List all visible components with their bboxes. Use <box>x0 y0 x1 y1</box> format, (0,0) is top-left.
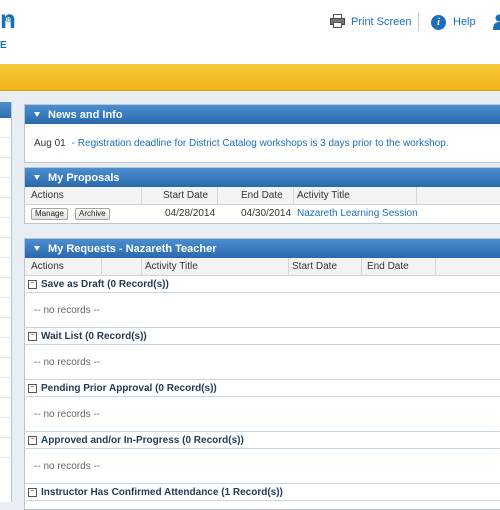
sidebar-item[interactable] <box>0 418 11 438</box>
sidebar-item[interactable] <box>0 138 11 158</box>
sidebar-item[interactable] <box>0 298 11 318</box>
proposals-table-header: Actions Start Date End Date Activity Tit… <box>25 187 500 205</box>
no-records-row: -- no records -- <box>25 293 500 328</box>
column-divider <box>217 187 218 204</box>
collapse-triangle-icon <box>34 246 40 251</box>
column-divider <box>361 258 362 275</box>
request-group-instructor-confirmed[interactable]: − Instructor Has Confirmed Attendance (1… <box>25 484 500 501</box>
no-records-row: -- no records -- <box>25 397 500 432</box>
request-group-wait-list[interactable]: − Wait List (0 Record(s)) <box>25 328 500 345</box>
user-icon[interactable] <box>493 14 500 33</box>
print-screen-label: Print Screen <box>351 16 412 28</box>
sidebar-item[interactable] <box>0 378 11 398</box>
column-header-actions: Actions <box>31 190 64 201</box>
sidebar-item[interactable] <box>0 178 11 198</box>
column-divider <box>141 258 142 275</box>
news-panel: News and Info Aug 01 - Registration dead… <box>24 104 500 163</box>
column-header-start-date: Start Date <box>163 190 208 201</box>
no-records-row: -- no records -- <box>25 449 500 484</box>
no-records-row: -- no records -- <box>25 345 500 380</box>
logo-subtitle: E <box>0 40 7 51</box>
table-row: Manage Archive 04/28/2014 04/30/2014 Naz… <box>25 205 500 223</box>
print-screen-link[interactable]: Print Screen <box>330 14 412 30</box>
proposals-panel-header[interactable]: My Proposals <box>25 168 500 187</box>
news-panel-header[interactable]: News and Info <box>25 105 500 124</box>
no-records-text: -- no records -- <box>34 409 100 420</box>
column-divider <box>288 258 289 275</box>
proposals-panel-title: My Proposals <box>48 172 120 184</box>
no-records-text: -- no records -- <box>34 357 100 368</box>
no-records-text: -- no records -- <box>34 461 100 472</box>
group-label: Instructor Has Confirmed Attendance (1 R… <box>41 487 283 498</box>
news-item: Aug 01 - Registration deadline for Distr… <box>25 124 500 162</box>
sidebar-item[interactable] <box>0 158 11 178</box>
sidebar-item[interactable] <box>0 118 11 138</box>
help-link[interactable]: i Help <box>431 13 476 31</box>
column-divider <box>435 258 436 275</box>
help-icon: i <box>431 15 446 30</box>
column-divider <box>101 258 102 275</box>
manage-button[interactable]: Manage <box>31 208 68 220</box>
collapse-toggle-icon[interactable]: − <box>28 332 37 341</box>
column-header-activity-title: Activity Title <box>145 261 198 272</box>
group-label: Pending Prior Approval (0 Record(s)) <box>41 383 217 394</box>
column-divider <box>141 187 142 204</box>
proposal-end-date: 04/30/2014 <box>241 208 291 219</box>
news-date: Aug 01 <box>34 138 66 149</box>
column-header-end-date: End Date <box>367 261 409 272</box>
no-records-text: -- no records -- <box>34 305 100 316</box>
collapse-toggle-icon[interactable]: − <box>28 280 37 289</box>
column-divider <box>293 187 294 204</box>
request-group-save-as-draft[interactable]: − Save as Draft (0 Record(s)) <box>25 276 500 293</box>
nav-banner <box>0 64 500 91</box>
request-group-pending-prior-approval[interactable]: − Pending Prior Approval (0 Record(s)) <box>25 380 500 397</box>
column-divider <box>416 187 417 204</box>
column-header-activity-title: Activity Title <box>297 190 350 201</box>
collapse-triangle-icon <box>34 112 40 117</box>
sidebar-item[interactable] <box>0 438 11 458</box>
archive-button[interactable]: Archive <box>75 208 110 220</box>
collapse-triangle-icon <box>34 175 40 180</box>
top-header: n ® E Print Screen i Help <box>0 0 500 64</box>
left-sidebar <box>0 102 12 502</box>
proposal-activity-link[interactable]: Nazareth Learning Session <box>297 208 418 219</box>
requests-panel: My Requests - Nazareth Teacher Actions A… <box>24 238 500 510</box>
group-label: Wait List (0 Record(s)) <box>41 331 147 342</box>
request-group-approved-in-progress[interactable]: − Approved and/or In-Progress (0 Record(… <box>25 432 500 449</box>
sidebar-item[interactable] <box>0 278 11 298</box>
proposal-start-date: 04/28/2014 <box>165 208 215 219</box>
help-label: Help <box>453 16 476 28</box>
column-header-end-date: End Date <box>241 190 283 201</box>
news-link[interactable]: - Registration deadline for District Cat… <box>72 138 449 149</box>
sidebar-item[interactable] <box>0 338 11 358</box>
logo-registered-mark: ® <box>5 14 12 25</box>
sidebar-item[interactable] <box>0 198 11 218</box>
sidebar-item[interactable] <box>0 318 11 338</box>
header-divider <box>418 13 419 31</box>
sidebar-item[interactable] <box>0 258 11 278</box>
requests-panel-title: My Requests - Nazareth Teacher <box>48 243 217 255</box>
printer-icon <box>330 14 351 31</box>
sidebar-item[interactable] <box>0 218 11 238</box>
column-header-start-date: Start Date <box>292 261 337 272</box>
collapse-toggle-icon[interactable]: − <box>28 436 37 445</box>
collapse-toggle-icon[interactable]: − <box>28 384 37 393</box>
news-panel-title: News and Info <box>48 109 123 121</box>
requests-table-header: Actions Activity Title Start Date End Da… <box>25 258 500 276</box>
collapse-toggle-icon[interactable]: − <box>28 488 37 497</box>
column-header-actions: Actions <box>31 261 64 272</box>
requests-panel-header[interactable]: My Requests - Nazareth Teacher <box>25 239 500 258</box>
proposals-panel: My Proposals Actions Start Date End Date… <box>24 167 500 224</box>
sidebar-header <box>0 102 11 118</box>
sidebar-item[interactable] <box>0 358 11 378</box>
group-label: Save as Draft (0 Record(s)) <box>41 279 169 290</box>
sidebar-item[interactable] <box>0 398 11 418</box>
sidebar-item[interactable] <box>0 238 11 258</box>
group-label: Approved and/or In-Progress (0 Record(s)… <box>41 435 244 446</box>
